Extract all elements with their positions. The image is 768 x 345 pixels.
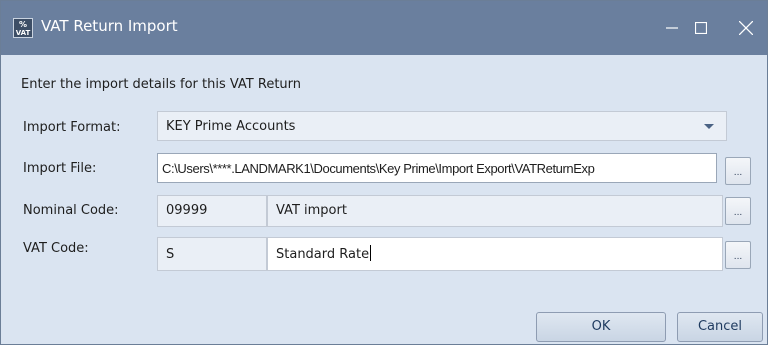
vat-description-field[interactable]: Standard Rate: [267, 237, 723, 271]
import-format-value: KEY Prime Accounts: [166, 119, 296, 134]
close-icon: [739, 21, 753, 35]
browse-file-button[interactable]: ...: [725, 157, 751, 185]
dialog-content: Enter the import details for this VAT Re…: [11, 63, 763, 342]
text-cursor: [370, 245, 372, 261]
import-file-input[interactable]: [157, 153, 717, 183]
close-button[interactable]: [721, 1, 767, 55]
import-format-dropdown[interactable]: KEY Prime Accounts: [157, 111, 727, 141]
app-vat-icon: % VAT: [13, 18, 33, 38]
dropdown-arrow-icon: [704, 124, 714, 129]
maximize-icon: [695, 22, 707, 34]
title-bar[interactable]: % VAT VAT Return Import: [1, 1, 767, 55]
nominal-lookup-button[interactable]: ...: [725, 197, 751, 225]
vat-description-value: Standard Rate: [276, 247, 370, 262]
nominal-code-label: Nominal Code:: [23, 203, 119, 218]
minimize-icon: [666, 27, 678, 29]
import-format-label: Import Format:: [23, 120, 121, 135]
minimize-button[interactable]: [649, 1, 695, 55]
vat-code-label: VAT Code:: [23, 241, 89, 256]
window-title: VAT Return Import: [41, 17, 178, 35]
import-file-label: Import File:: [23, 161, 97, 176]
ok-button[interactable]: OK: [536, 312, 666, 342]
cancel-button[interactable]: Cancel: [677, 312, 763, 342]
maximize-button[interactable]: [695, 1, 721, 55]
vat-return-import-dialog: % VAT VAT Return Import Enter the import …: [0, 0, 768, 345]
intro-text: Enter the import details for this VAT Re…: [21, 77, 302, 92]
vat-code-field[interactable]: S: [157, 237, 267, 271]
nominal-code-field[interactable]: 09999: [157, 195, 267, 227]
vat-lookup-button[interactable]: ...: [725, 241, 751, 269]
nominal-description-field[interactable]: VAT import: [267, 195, 723, 227]
